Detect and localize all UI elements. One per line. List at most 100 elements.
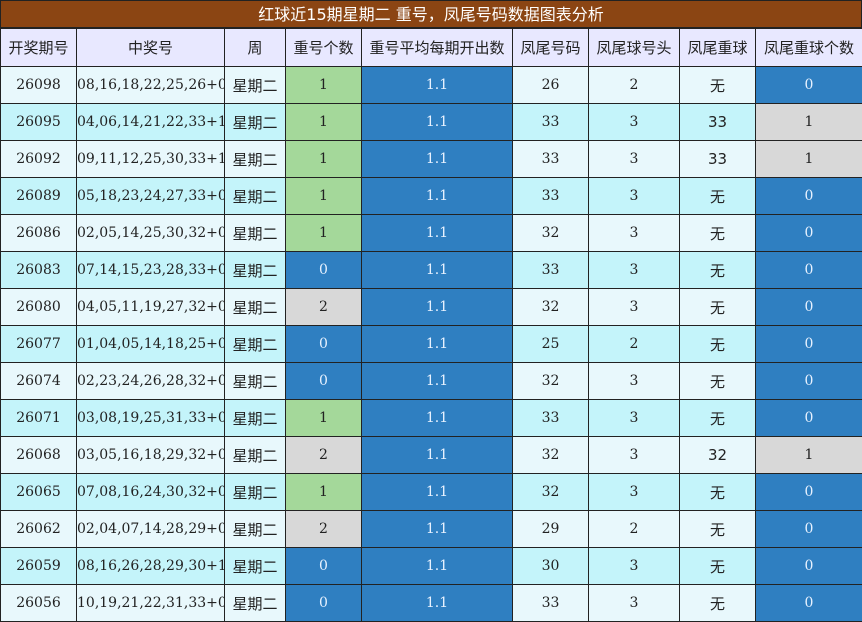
repeat-count-cell: 0: [286, 363, 362, 400]
tail-head-cell: 2: [589, 67, 680, 104]
week-cell: 星期二: [225, 141, 286, 178]
numbers-cell: 04,06,14,21,22,33+16: [77, 104, 225, 141]
table-row: 2605610,19,21,22,31,33+05星期二01.1333无0: [1, 585, 862, 622]
tail-repeat-count-cell: 0: [756, 474, 862, 511]
tail-number-cell: 32: [513, 437, 589, 474]
week-cell: 星期二: [225, 326, 286, 363]
tail-number-cell: 33: [513, 585, 589, 622]
repeat-count-cell: 1: [286, 178, 362, 215]
tail-repeat-cell: 无: [680, 289, 756, 326]
week-cell: 星期二: [225, 437, 286, 474]
tail-repeat-cell: 无: [680, 511, 756, 548]
header-tail-repeat-count: 凤尾重球个数: [756, 29, 862, 67]
repeat-average-cell: 1.1: [362, 252, 513, 289]
week-cell: 星期二: [225, 289, 286, 326]
numbers-cell: 07,08,16,24,30,32+02: [77, 474, 225, 511]
tail-repeat-cell: 无: [680, 474, 756, 511]
tail-head-cell: 3: [589, 548, 680, 585]
table-row: 2607701,04,05,14,18,25+04星期二01.1252无0: [1, 326, 862, 363]
table-row: 2606803,05,16,18,29,32+04星期二21.1323321: [1, 437, 862, 474]
numbers-cell: 10,19,21,22,31,33+05: [77, 585, 225, 622]
week-cell: 星期二: [225, 104, 286, 141]
week-cell: 星期二: [225, 400, 286, 437]
tail-head-cell: 3: [589, 363, 680, 400]
repeat-average-cell: 1.1: [362, 104, 513, 141]
tail-number-cell: 32: [513, 474, 589, 511]
repeat-count-cell: 0: [286, 548, 362, 585]
numbers-cell: 02,04,07,14,28,29+09: [77, 511, 225, 548]
repeat-count-cell: 2: [286, 511, 362, 548]
tail-number-cell: 32: [513, 363, 589, 400]
numbers-cell: 01,04,05,14,18,25+04: [77, 326, 225, 363]
repeat-average-cell: 1.1: [362, 326, 513, 363]
issue-cell: 26086: [1, 215, 77, 252]
table-title: 红球近15期星期二 重号，凤尾号码数据图表分析: [0, 0, 862, 28]
tail-head-cell: 3: [589, 585, 680, 622]
repeat-average-cell: 1.1: [362, 67, 513, 104]
table-row: 2608004,05,11,19,27,32+01星期二21.1323无0: [1, 289, 862, 326]
repeat-average-cell: 1.1: [362, 548, 513, 585]
repeat-count-cell: 1: [286, 141, 362, 178]
tail-number-cell: 32: [513, 215, 589, 252]
tail-repeat-cell: 无: [680, 400, 756, 437]
repeat-count-cell: 2: [286, 289, 362, 326]
tail-repeat-count-cell: 0: [756, 363, 862, 400]
tail-head-cell: 2: [589, 326, 680, 363]
week-cell: 星期二: [225, 215, 286, 252]
tail-head-cell: 3: [589, 141, 680, 178]
tail-number-cell: 30: [513, 548, 589, 585]
repeat-count-cell: 1: [286, 215, 362, 252]
repeat-average-cell: 1.1: [362, 474, 513, 511]
tail-repeat-cell: 无: [680, 363, 756, 400]
issue-cell: 26065: [1, 474, 77, 511]
repeat-count-cell: 0: [286, 252, 362, 289]
header-numbers: 中奖号: [77, 29, 225, 67]
tail-number-cell: 33: [513, 400, 589, 437]
tail-head-cell: 3: [589, 215, 680, 252]
table-row: 2609808,16,18,22,25,26+07星期二11.1262无0: [1, 67, 862, 104]
numbers-cell: 07,14,15,23,28,33+03: [77, 252, 225, 289]
numbers-cell: 08,16,18,22,25,26+07: [77, 67, 225, 104]
tail-repeat-count-cell: 1: [756, 437, 862, 474]
issue-cell: 26077: [1, 326, 77, 363]
week-cell: 星期二: [225, 548, 286, 585]
week-cell: 星期二: [225, 511, 286, 548]
table-row: 2609209,11,12,25,30,33+11星期二11.1333331: [1, 141, 862, 178]
tail-repeat-cell: 无: [680, 67, 756, 104]
header-repeat-average: 重号平均每期开出数: [362, 29, 513, 67]
table-row: 2607103,08,19,25,31,33+05星期二11.1333无0: [1, 400, 862, 437]
tail-repeat-cell: 无: [680, 548, 756, 585]
issue-cell: 26074: [1, 363, 77, 400]
tail-head-cell: 3: [589, 178, 680, 215]
tail-repeat-count-cell: 1: [756, 141, 862, 178]
tail-repeat-count-cell: 0: [756, 585, 862, 622]
tail-head-cell: 3: [589, 474, 680, 511]
repeat-count-cell: 1: [286, 474, 362, 511]
issue-cell: 26095: [1, 104, 77, 141]
week-cell: 星期二: [225, 363, 286, 400]
data-table: 开奖期号 中奖号 周 重号个数 重号平均每期开出数 凤尾号码 凤尾球号头 凤尾重…: [0, 28, 862, 622]
tail-repeat-count-cell: 0: [756, 548, 862, 585]
repeat-average-cell: 1.1: [362, 215, 513, 252]
tail-repeat-count-cell: 0: [756, 400, 862, 437]
table-row: 2608905,18,23,24,27,33+03星期二11.1333无0: [1, 178, 862, 215]
issue-cell: 26092: [1, 141, 77, 178]
issue-cell: 26080: [1, 289, 77, 326]
tail-head-cell: 2: [589, 511, 680, 548]
numbers-cell: 02,05,14,25,30,32+05: [77, 215, 225, 252]
table-row: 2605908,16,26,28,29,30+15星期二01.1303无0: [1, 548, 862, 585]
tail-repeat-count-cell: 0: [756, 67, 862, 104]
numbers-cell: 04,05,11,19,27,32+01: [77, 289, 225, 326]
tail-repeat-cell: 无: [680, 252, 756, 289]
repeat-count-cell: 1: [286, 104, 362, 141]
tail-head-cell: 3: [589, 252, 680, 289]
repeat-average-cell: 1.1: [362, 400, 513, 437]
tail-head-cell: 3: [589, 437, 680, 474]
week-cell: 星期二: [225, 67, 286, 104]
tail-number-cell: 32: [513, 289, 589, 326]
repeat-average-cell: 1.1: [362, 511, 513, 548]
issue-cell: 26062: [1, 511, 77, 548]
header-week: 周: [225, 29, 286, 67]
issue-cell: 26059: [1, 548, 77, 585]
table-row: 2608602,05,14,25,30,32+05星期二11.1323无0: [1, 215, 862, 252]
